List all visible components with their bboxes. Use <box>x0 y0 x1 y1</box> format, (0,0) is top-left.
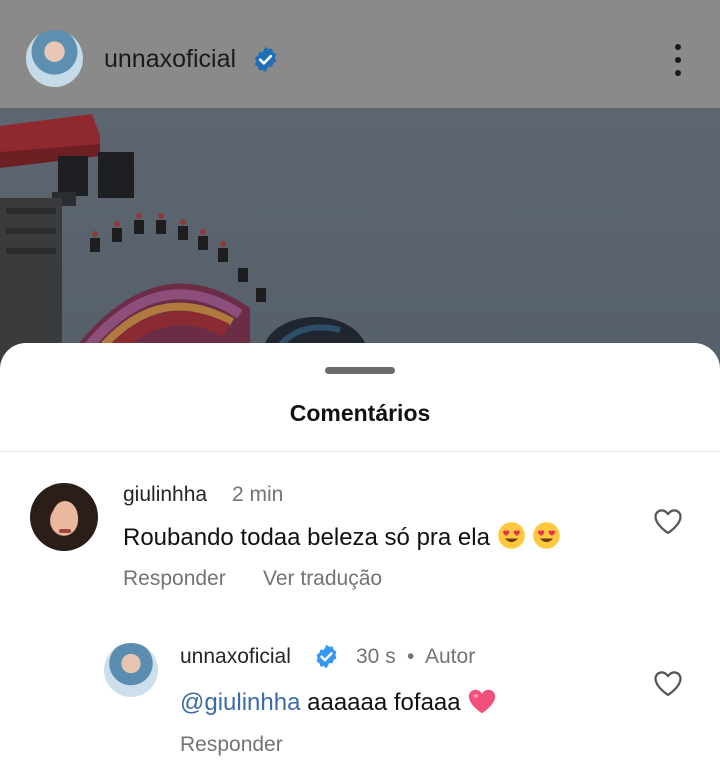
reply-time: 30 s <box>356 645 396 668</box>
author-badge: Autor <box>425 645 476 668</box>
stage-illustration <box>0 114 367 368</box>
heart-eyes-emoji <box>497 522 525 549</box>
post-author-username[interactable]: unnaxoficial <box>104 45 236 74</box>
reply-button[interactable]: Responder <box>180 733 283 757</box>
pink-heart-emoji <box>469 689 496 714</box>
divider <box>0 451 720 452</box>
verified-badge-icon <box>254 46 277 73</box>
reply-author[interactable]: unnaxoficial <box>180 645 291 669</box>
comment-author[interactable]: giulinhha <box>123 483 207 507</box>
commenter-avatar[interactable] <box>30 483 98 551</box>
sheet-title: Comentários <box>289 400 431 426</box>
heart-outline-icon[interactable] <box>653 669 683 697</box>
heart-outline-icon[interactable] <box>653 507 683 535</box>
drag-handle[interactable] <box>325 367 395 374</box>
separator-dot: • <box>407 645 415 668</box>
heart-eyes-emoji <box>533 522 561 549</box>
post-author-avatar[interactable] <box>26 30 83 87</box>
post-header: unnaxoficial <box>0 0 720 108</box>
reply-text: @giulinhha aaaaaa fofaaa <box>180 687 497 717</box>
comments-sheet: Comentários giulinhha 2 min Roubando tod… <box>0 343 720 774</box>
post-photo <box>0 108 720 368</box>
comment-text: Roubando todaa beleza só pra ela <box>123 521 561 552</box>
see-translation-button[interactable]: Ver tradução <box>263 567 382 591</box>
verified-badge-icon <box>316 644 337 669</box>
mention-link[interactable]: @giulinhha <box>180 689 300 716</box>
reply-button[interactable]: Responder <box>123 567 226 591</box>
comment-time: 2 min <box>232 483 284 506</box>
reply-author-avatar[interactable] <box>104 643 158 697</box>
more-vertical-icon[interactable] <box>668 44 688 76</box>
